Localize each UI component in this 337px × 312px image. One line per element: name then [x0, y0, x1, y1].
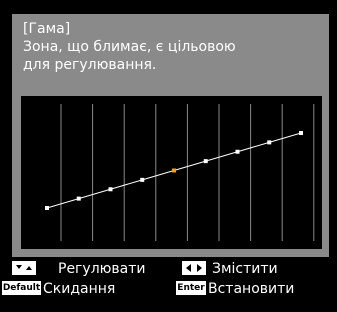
move-hint: Змістити	[212, 261, 278, 277]
instruction-text: [Гама] Зона, що блимає, є цільовою для р…	[23, 20, 323, 74]
gamma-point[interactable]	[45, 206, 49, 210]
adjust-hint: Регулювати	[58, 261, 146, 277]
gamma-point[interactable]	[299, 131, 303, 135]
gamma-point[interactable]	[235, 149, 240, 154]
gamma-point[interactable]	[267, 140, 272, 145]
gamma-point[interactable]	[203, 159, 208, 164]
gamma-graph-svg	[45, 104, 315, 241]
left-right-key-icon	[182, 261, 206, 275]
gamma-point[interactable]	[140, 177, 145, 182]
default-key-icon: Default	[2, 281, 41, 295]
help-row-2: Default Скидання Enter Встановити	[0, 280, 337, 300]
up-down-key-icon	[12, 261, 36, 275]
reset-hint: Скидання	[43, 281, 116, 297]
gamma-point[interactable]	[76, 196, 81, 201]
set-hint: Встановити	[208, 281, 295, 297]
gamma-points	[45, 131, 303, 210]
gamma-point-selected[interactable]	[172, 168, 176, 173]
help-row-1: Регулювати Змістити	[0, 260, 337, 280]
enter-key-icon: Enter	[176, 281, 206, 295]
instruction-line-1: Зона, що блимає, є цільовою	[23, 39, 236, 55]
instruction-line-2: для регулювання.	[23, 57, 157, 73]
graph-grid	[60, 104, 315, 241]
panel-title: [Гама]	[23, 21, 71, 37]
help-bar: Регулювати Змістити Default Скидання Ent…	[0, 258, 337, 312]
gamma-point[interactable]	[108, 187, 113, 192]
gamma-graph[interactable]	[21, 96, 322, 249]
